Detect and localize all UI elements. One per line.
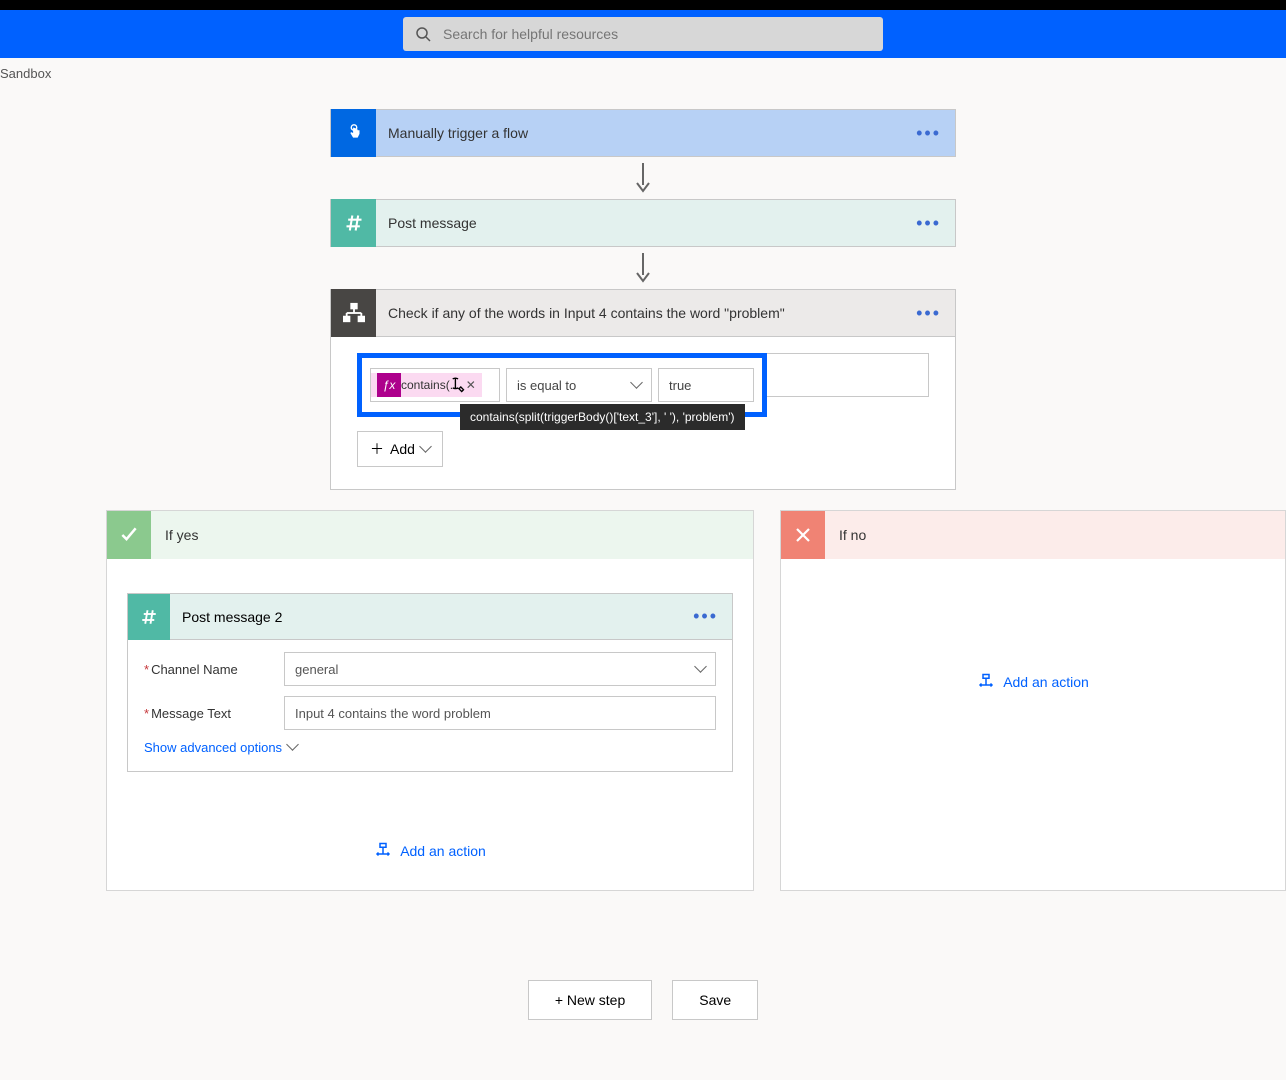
condition-icon [331, 289, 376, 337]
channel-name-label: *Channel Name [144, 662, 284, 677]
connector-arrow [0, 157, 1286, 199]
condition-body: ƒx contains(... ✕ is equal to true conta… [330, 337, 956, 490]
post-message-2-more-icon[interactable]: ••• [679, 606, 732, 627]
post-message-title: Post message [376, 215, 902, 231]
add-action-icon [374, 842, 392, 860]
cursor-icon [450, 376, 468, 398]
expression-tooltip: contains(split(triggerBody()['text_3'], … [460, 404, 745, 430]
expression-field[interactable]: ƒx contains(... ✕ [370, 368, 500, 402]
condition-title: Check if any of the words in Input 4 con… [376, 305, 902, 321]
hash-icon [128, 594, 170, 640]
header [0, 10, 1286, 58]
chevron-down-icon [288, 740, 297, 755]
search-box [403, 17, 883, 51]
add-action-icon [977, 673, 995, 691]
post-message-more-icon[interactable]: ••• [902, 213, 955, 234]
add-action-button[interactable]: Add an action [977, 673, 1089, 691]
add-condition-button[interactable]: ＋ Add [357, 431, 443, 467]
hash-icon [331, 199, 376, 247]
value-field[interactable]: true [658, 368, 754, 402]
advanced-options-toggle[interactable]: Show advanced options [144, 740, 716, 755]
touch-icon [331, 109, 376, 157]
breadcrumb[interactable]: Sandbox [0, 58, 1286, 89]
empty-condition-field[interactable] [766, 353, 929, 397]
search-icon [415, 26, 431, 42]
search-input[interactable] [403, 17, 883, 51]
if-yes-header[interactable]: If yes [107, 511, 753, 559]
chevron-down-icon [696, 662, 705, 677]
chevron-down-icon [632, 378, 641, 393]
chevron-down-icon [421, 441, 430, 457]
check-icon [107, 511, 151, 559]
new-step-button[interactable]: + New step [528, 980, 652, 1020]
message-text-label: *Message Text [144, 706, 284, 721]
if-yes-branch: If yes Post message 2 ••• *Channel Name [106, 510, 754, 891]
close-icon [781, 511, 825, 559]
condition-more-icon[interactable]: ••• [902, 303, 955, 324]
channel-name-select[interactable]: general [284, 652, 716, 686]
trigger-step[interactable]: Manually trigger a flow ••• [330, 109, 956, 157]
trigger-more-icon[interactable]: ••• [902, 123, 955, 144]
footer-actions: + New step Save [0, 980, 1286, 1020]
if-no-branch: If no Add an action [780, 510, 1286, 891]
connector-arrow [0, 247, 1286, 289]
fx-icon: ƒx [377, 373, 401, 397]
plus-icon: ＋ [370, 439, 384, 459]
post-message-2-step[interactable]: Post message 2 ••• *Channel Name general [127, 593, 733, 772]
if-no-header[interactable]: If no [781, 511, 1285, 559]
add-action-button[interactable]: Add an action [374, 842, 486, 860]
post-message-2-title: Post message 2 [170, 609, 679, 625]
operator-select[interactable]: is equal to [506, 368, 652, 402]
condition-highlight: ƒx contains(... ✕ is equal to true conta… [357, 353, 767, 417]
post-message-step[interactable]: Post message ••• [330, 199, 956, 247]
message-text-input[interactable]: Input 4 contains the word problem [284, 696, 716, 730]
trigger-title: Manually trigger a flow [376, 125, 902, 141]
condition-step[interactable]: Check if any of the words in Input 4 con… [330, 289, 956, 337]
save-button[interactable]: Save [672, 980, 758, 1020]
